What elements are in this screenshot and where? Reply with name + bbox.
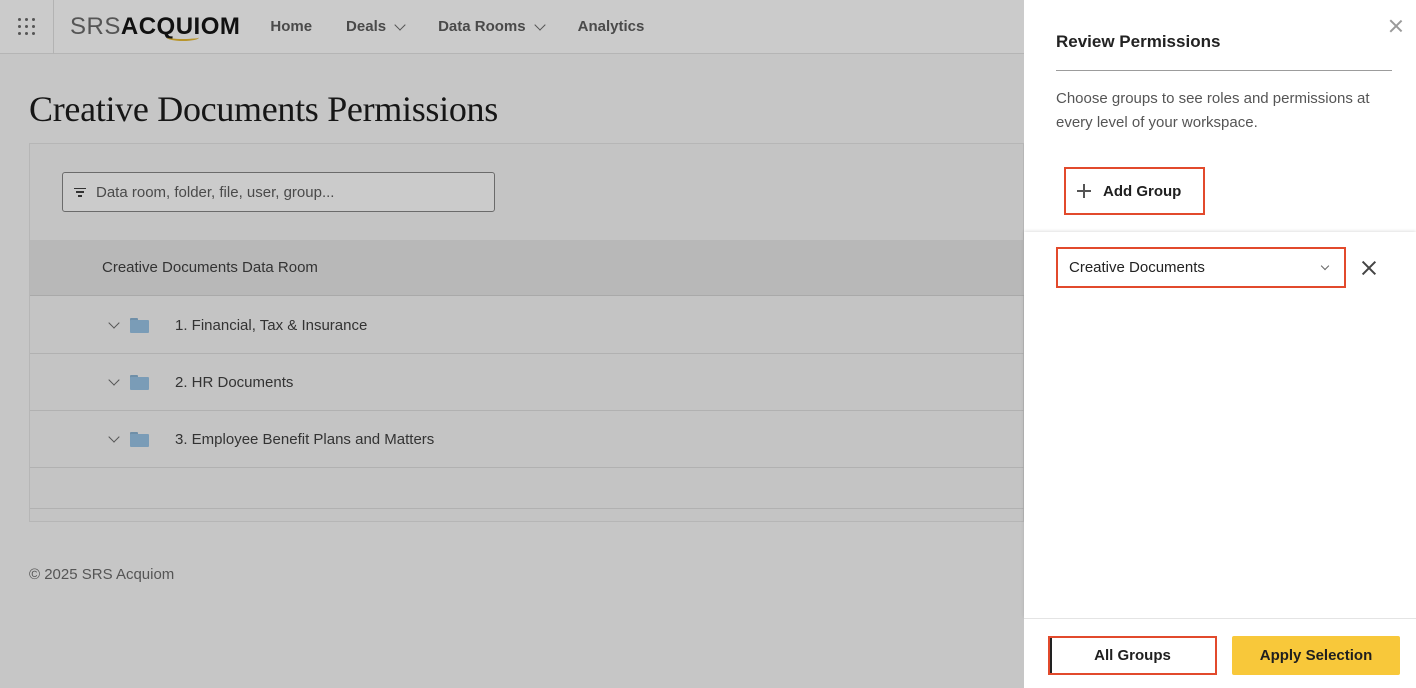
- add-group-label: Add Group: [1103, 182, 1182, 200]
- all-groups-button[interactable]: All Groups: [1048, 636, 1217, 675]
- divider: [1056, 70, 1392, 71]
- folder-icon: [130, 317, 149, 333]
- folder-icon: [130, 431, 149, 447]
- drawer-footer: All Groups Apply Selection: [1024, 618, 1416, 688]
- nav-item-deals[interactable]: Deals: [346, 18, 406, 35]
- nav-item-label: Analytics: [577, 18, 645, 35]
- apply-selection-button[interactable]: Apply Selection: [1232, 636, 1400, 675]
- table-header: Creative Documents Data Room: [30, 240, 1025, 296]
- app-launcher-button[interactable]: [0, 0, 54, 54]
- nav-item-label: Deals: [346, 18, 387, 35]
- row-label: 3. Employee Benefit Plans and Matters: [175, 430, 435, 448]
- nav-item-data-rooms[interactable]: Data Rooms: [438, 18, 546, 35]
- chevron-down-icon[interactable]: [108, 316, 120, 329]
- drawer-description: Choose groups to see roles and permissio…: [1056, 90, 1370, 131]
- chevron-down-icon[interactable]: [108, 373, 120, 386]
- close-icon[interactable]: [1386, 16, 1406, 36]
- chevron-down-icon: [394, 18, 406, 31]
- folder-icon: [130, 374, 149, 390]
- table-row[interactable]: 1. Financial, Tax & Insurance: [30, 297, 1025, 354]
- nav-item-analytics[interactable]: Analytics: [578, 18, 645, 35]
- srs-acquiom-logo[interactable]: SRS ACQUIOM: [70, 0, 240, 54]
- group-select-value: Creative Documents: [1069, 259, 1205, 276]
- nav-menu: Home Deals Data Rooms Analytics: [270, 18, 678, 35]
- group-selection-section: Creative Documents: [1024, 232, 1416, 618]
- review-permissions-drawer: Review Permissions Choose groups to see …: [1024, 0, 1416, 688]
- permissions-table-card: Creative Documents Data Room 1. Financia…: [29, 143, 1025, 522]
- nav-item-home[interactable]: Home: [270, 18, 312, 35]
- drawer-title: Review Permissions: [1056, 32, 1221, 51]
- nav-item-label: Home: [270, 18, 313, 35]
- table-row-empty: [30, 467, 1025, 509]
- filter-box[interactable]: [62, 172, 495, 212]
- chevron-down-icon[interactable]: [108, 430, 120, 443]
- chevron-down-icon: [533, 18, 546, 31]
- table-row[interactable]: 3. Employee Benefit Plans and Matters: [30, 411, 1025, 468]
- add-group-button[interactable]: Add Group: [1064, 167, 1205, 215]
- logo-text-light: SRS: [70, 12, 121, 40]
- nav-item-label: Data Rooms: [438, 18, 526, 35]
- plus-icon: [1077, 184, 1091, 198]
- copyright-text: © 2025 SRS Acquiom: [29, 566, 175, 583]
- row-label: 2. HR Documents: [175, 373, 294, 391]
- logo-swoosh-icon: [167, 34, 199, 41]
- filter-icon: [74, 187, 86, 197]
- page-title: Creative Documents Permissions: [29, 89, 498, 129]
- grid-icon: [18, 18, 35, 35]
- remove-group-icon[interactable]: [1360, 259, 1378, 277]
- data-room-name: Creative Documents Data Room: [102, 259, 318, 276]
- row-label: 1. Financial, Tax & Insurance: [175, 316, 368, 334]
- filter-input[interactable]: [96, 183, 476, 201]
- group-select-dropdown[interactable]: Creative Documents: [1056, 247, 1346, 288]
- table-row[interactable]: 2. HR Documents: [30, 354, 1025, 411]
- chevron-down-icon: [1320, 261, 1330, 271]
